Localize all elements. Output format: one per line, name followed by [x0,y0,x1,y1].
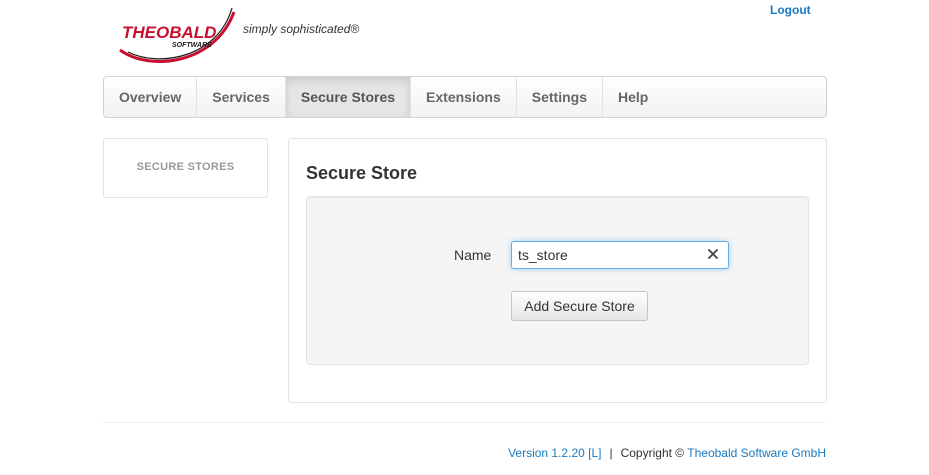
footer: Version 1.2.20 [L] | Copyright © Theobald … [508,446,826,460]
name-label: Name [454,247,492,263]
logo-swoosh-icon: THEOBALD SOFTWARE [119,7,236,63]
nav-tab-services[interactable]: Services [197,77,286,117]
logo-brand-text: THEOBALD [122,23,216,42]
logo-sub-text: SOFTWARE [172,42,212,49]
clear-icon[interactable] [706,247,720,261]
company-link[interactable]: Theobald Software GmbH [687,446,826,460]
page-title: Secure Store [306,163,418,183]
logo-tagline: simply sophisticated® [243,22,360,36]
main-nav: Overview Services Secure Stores Extensio… [103,76,827,118]
sidebar: SECURE STORES [103,138,268,198]
footer-separator: | [609,446,613,460]
sidebar-header: SECURE STORES [136,161,235,173]
nav-tab-overview[interactable]: Overview [104,77,198,117]
nav-tab-secure-stores[interactable]: Secure Stores [285,77,412,117]
logout-link[interactable]: Logout [770,3,811,17]
nav-tab-help[interactable]: Help [603,77,663,117]
secure-store-form: Name Add Secure Store [306,196,809,365]
name-input[interactable] [518,246,698,264]
page: THEOBALD SOFTWARE simply sophisticated® … [0,0,929,475]
copyright-text: Copyright © [620,446,685,460]
add-secure-store-button[interactable]: Add Secure Store [511,291,648,321]
nav-tab-extensions[interactable]: Extensions [411,77,517,117]
main-panel: Secure Store Name Add Secure Store [288,138,827,403]
version-link[interactable]: Version 1.2.20 [L] [508,446,601,460]
footer-divider [103,422,826,423]
name-input-container[interactable] [511,241,729,269]
nav-tab-settings[interactable]: Settings [517,77,603,117]
